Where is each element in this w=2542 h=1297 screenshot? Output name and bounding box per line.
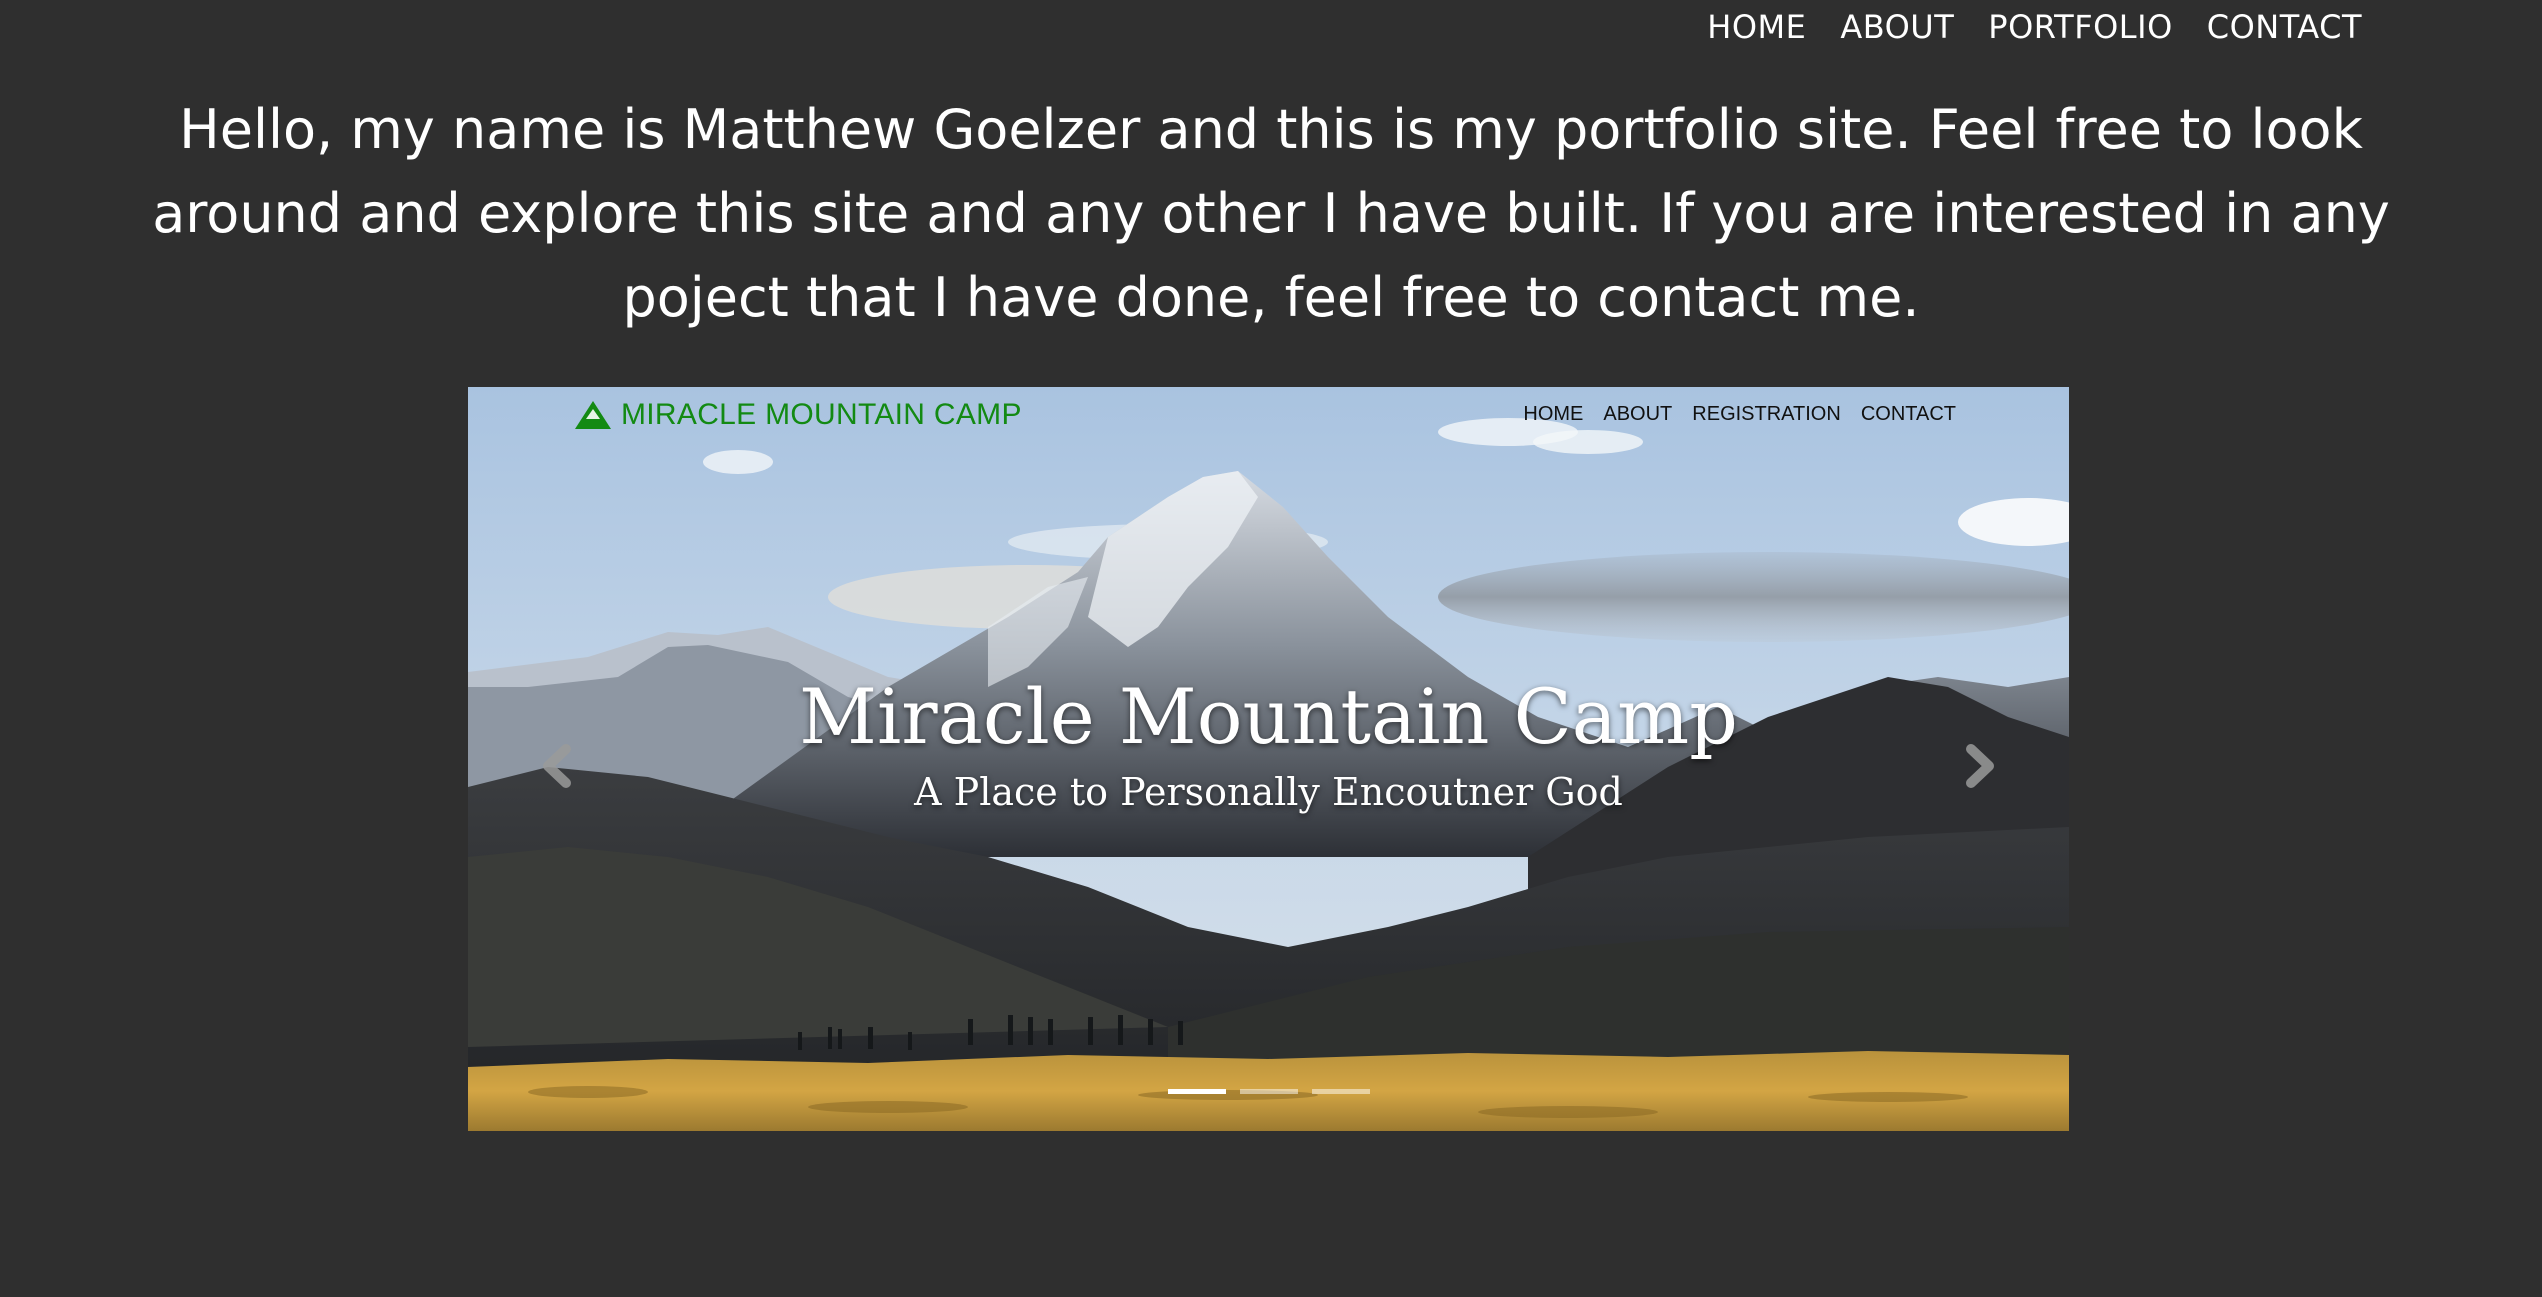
intro-text: Hello, my name is Matthew Goelzer and th… [152,98,2390,329]
site-nav: HOME ABOUT PORTFOLIO CONTACT [1707,8,2362,46]
project-preview[interactable]: MIRACLE MOUNTAIN CAMP HOME ABOUT REGISTR… [468,387,2069,1131]
chevron-right-icon [1966,744,1994,788]
preview-nav-contact[interactable]: CONTACT [1861,403,1956,426]
preview-nav-home[interactable]: HOME [1523,403,1583,426]
preview-nav-registration[interactable]: REGISTRATION [1692,403,1841,426]
carousel-indicators [468,1089,2069,1094]
preview-header: MIRACLE MOUNTAIN CAMP HOME ABOUT REGISTR… [468,387,2069,445]
hero-caption: Miracle Mountain Camp A Place to Persona… [468,669,2069,817]
hero-title: Miracle Mountain Camp [799,672,1738,761]
carousel-next-button[interactable] [1949,731,2009,801]
nav-portfolio-link[interactable]: PORTFOLIO [1988,8,2172,46]
carousel-indicator-2[interactable] [1239,1089,1298,1094]
nav-about-link[interactable]: ABOUT [1840,8,1954,46]
carousel-prev-button[interactable] [528,731,588,801]
hero-subtitle: A Place to Personally Encoutner God [914,770,1623,814]
nav-contact-link[interactable]: CONTACT [2207,8,2362,46]
chevron-left-icon [543,744,571,788]
carousel-indicator-1[interactable] [1167,1089,1226,1094]
camp-logo-text: MIRACLE MOUNTAIN CAMP [621,398,1022,431]
preview-nav: HOME ABOUT REGISTRATION CONTACT [1523,403,1956,426]
preview-nav-about[interactable]: ABOUT [1603,403,1672,426]
carousel-indicator-3[interactable] [1311,1089,1370,1094]
nav-home-link[interactable]: HOME [1707,8,1806,46]
mountain-logo-icon [575,401,611,429]
camp-logo[interactable]: MIRACLE MOUNTAIN CAMP [573,398,1022,432]
